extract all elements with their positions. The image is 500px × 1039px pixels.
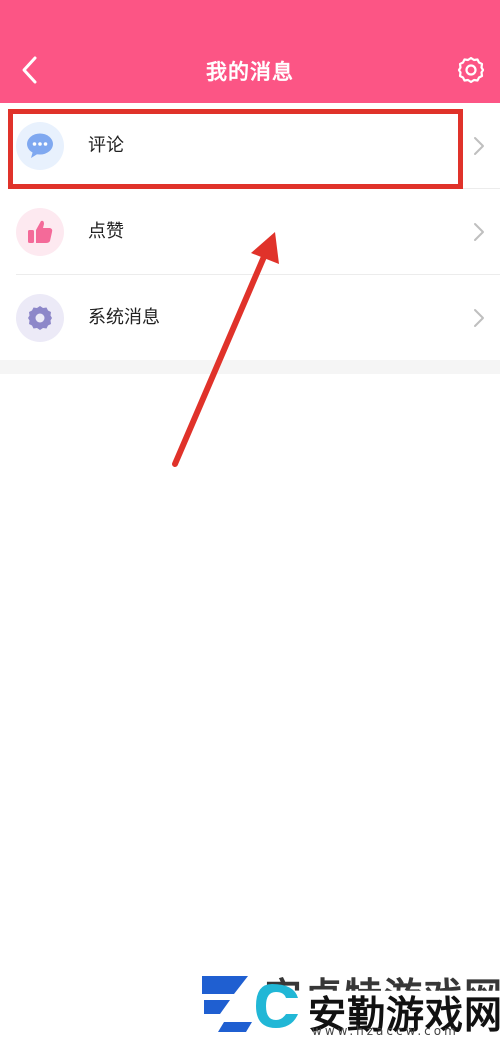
page-title: 我的消息 bbox=[206, 60, 294, 84]
watermark-url: www.hzaccw.com bbox=[312, 1024, 459, 1038]
list-item-label: 点赞 bbox=[88, 221, 124, 242]
settings-button[interactable] bbox=[454, 53, 488, 87]
site-logo-icon bbox=[202, 976, 298, 1032]
chevron-right-icon bbox=[474, 309, 484, 327]
section-separator bbox=[0, 360, 500, 374]
thumbs-up-icon bbox=[16, 208, 64, 256]
list-item-system-messages[interactable]: 系统消息 bbox=[0, 275, 500, 361]
site-watermark: 安卓特游戏网 安勤游戏网 www.hzaccw.com bbox=[200, 966, 500, 1039]
list-item-label: 系统消息 bbox=[88, 307, 160, 328]
chevron-right-icon bbox=[474, 137, 484, 155]
annotation-highlight-box bbox=[8, 109, 463, 189]
header-bar: 我的消息 bbox=[0, 0, 500, 103]
chevron-right-icon bbox=[474, 223, 484, 241]
gear-icon bbox=[457, 56, 485, 84]
gear-icon bbox=[16, 294, 64, 342]
list-item-likes[interactable]: 点赞 bbox=[0, 189, 500, 275]
